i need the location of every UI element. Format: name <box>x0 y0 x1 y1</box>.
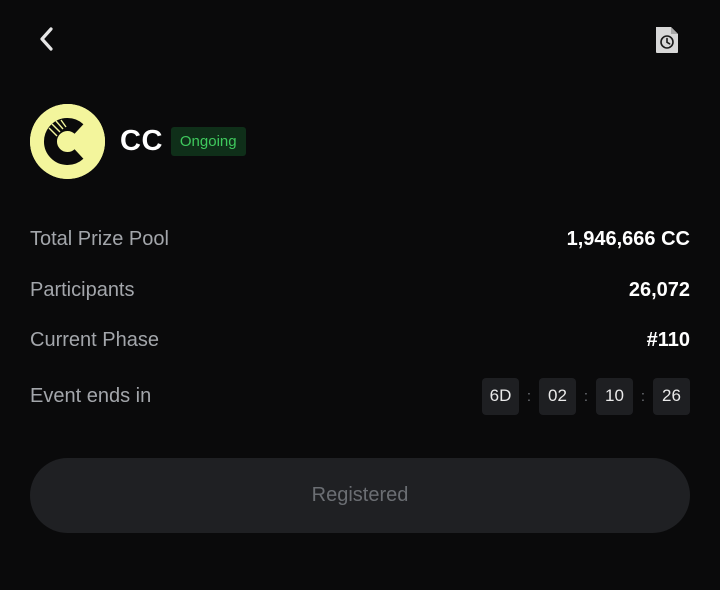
phase-row: Current Phase #110 <box>30 320 690 360</box>
status-badge: Ongoing <box>170 126 246 156</box>
cc-logo-mark <box>30 103 105 179</box>
participants-row: Participants 26,072 <box>30 270 690 310</box>
event-ends-label: Event ends in <box>30 384 152 407</box>
registered-button[interactable]: Registered <box>30 458 690 533</box>
countdown-timer: 6D : 02 : 10 : 26 <box>482 377 690 415</box>
countdown-hours: 02 <box>539 377 576 415</box>
event-detail-page: CC Ongoing Total Prize Pool 1,946,666 CC… <box>0 0 720 590</box>
countdown-separator: : <box>526 387 532 405</box>
prize-pool-label: Total Prize Pool <box>30 227 169 250</box>
countdown-row: Event ends in 6D : 02 : 10 : 26 <box>30 376 690 416</box>
chevron-left-icon <box>40 27 53 51</box>
participants-label: Participants <box>30 278 135 301</box>
document-clock-icon <box>656 27 678 53</box>
countdown-separator: : <box>583 387 589 405</box>
countdown-seconds: 26 <box>653 377 690 415</box>
history-button[interactable] <box>650 22 684 58</box>
countdown-minutes: 10 <box>596 377 633 415</box>
countdown-separator: : <box>640 387 646 405</box>
prize-pool-row: Total Prize Pool 1,946,666 CC <box>30 219 690 259</box>
prize-pool-value: 1,946,666 CC <box>566 227 690 250</box>
countdown-days: 6D <box>482 377 519 415</box>
cc-coin-logo <box>30 103 105 179</box>
event-header: CC Ongoing <box>30 103 246 179</box>
top-bar <box>0 0 720 80</box>
token-name: CC <box>120 124 163 157</box>
participants-value: 26,072 <box>628 278 690 301</box>
back-button[interactable] <box>30 22 62 56</box>
phase-value: #110 <box>646 328 690 351</box>
phase-label: Current Phase <box>30 328 159 351</box>
